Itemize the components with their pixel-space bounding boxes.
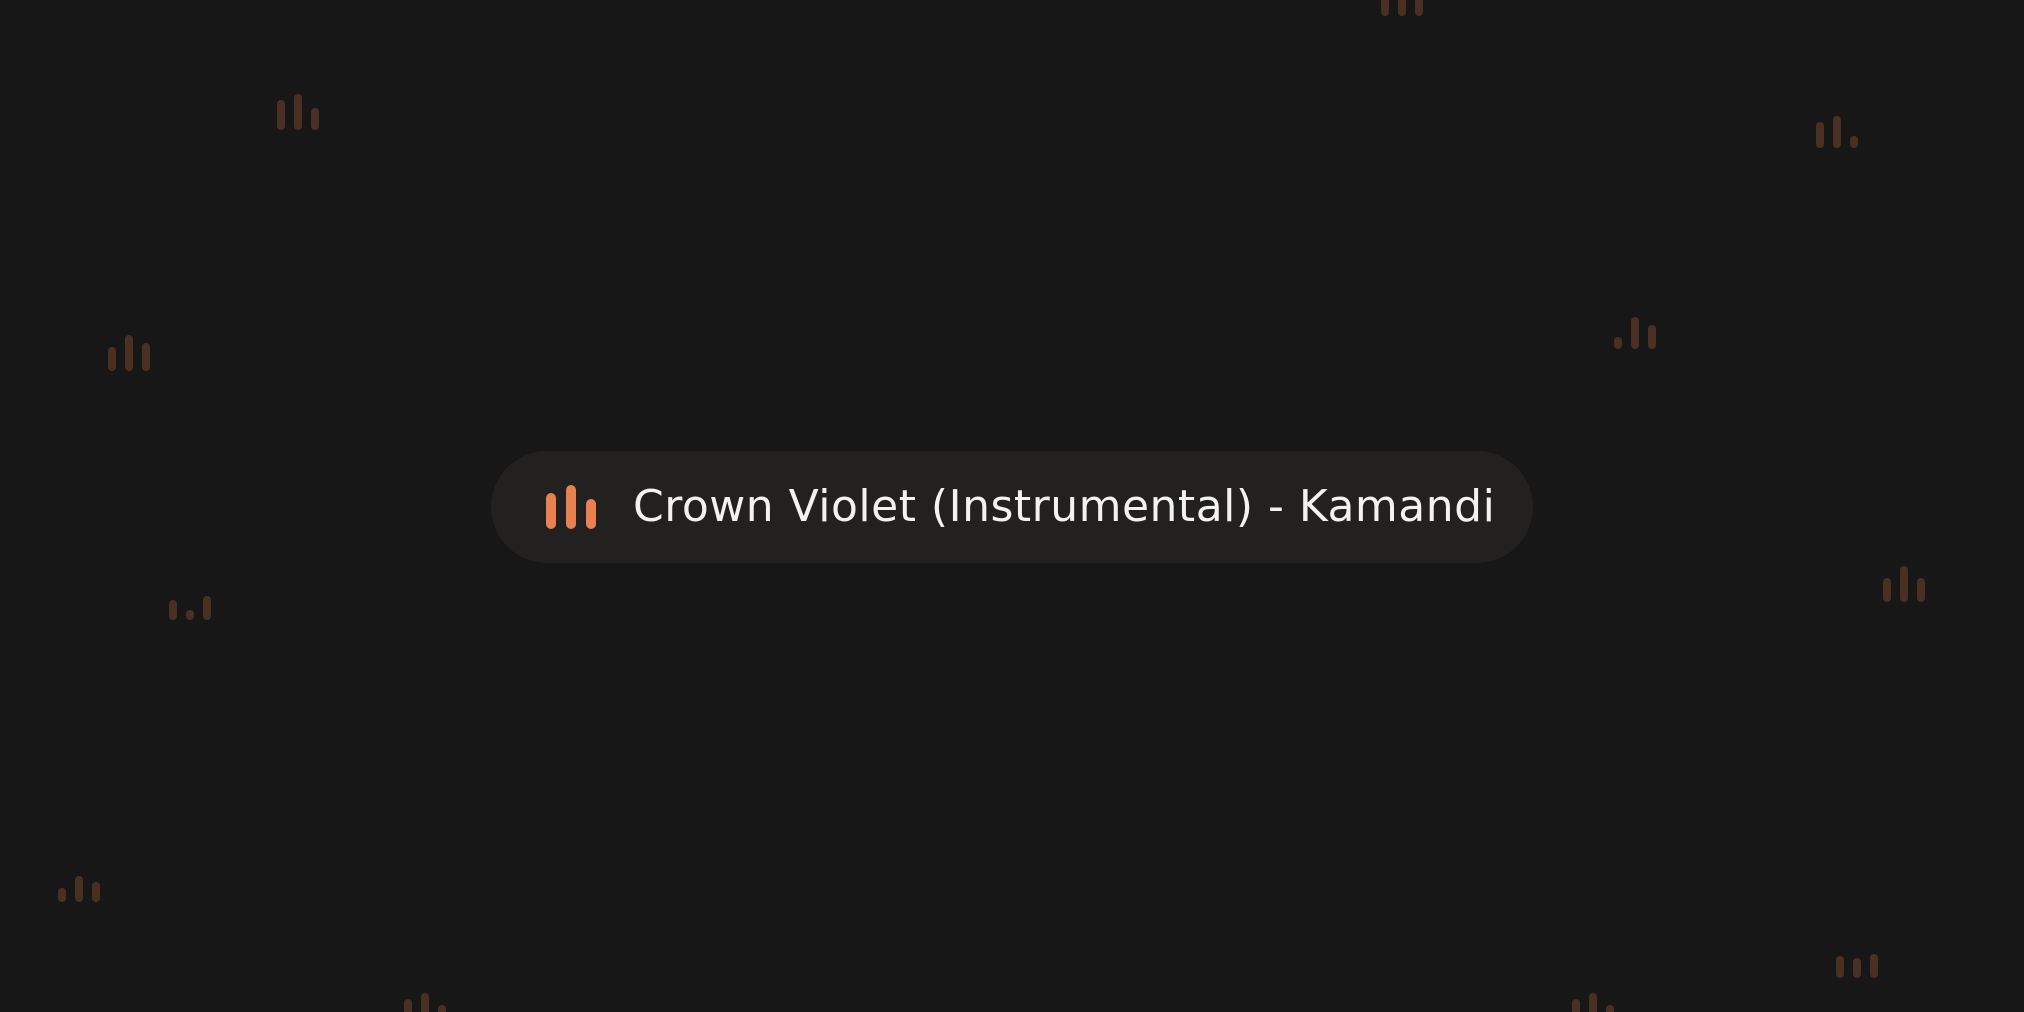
background-equalizer-icon: [169, 596, 211, 620]
track-title: Crown Violet (Instrumental) - Kamandi: [633, 481, 1496, 532]
background-equalizer-icon: [1816, 116, 1858, 148]
now-playing-pill[interactable]: Crown Violet (Instrumental) - Kamandi: [491, 451, 1533, 563]
background-equalizer-icon: [58, 876, 100, 902]
background-equalizer-icon: [1614, 317, 1656, 349]
background-equalizer-icon: [1836, 954, 1878, 978]
background-equalizer-icon: [277, 94, 319, 130]
background-equalizer-icon: [108, 335, 150, 371]
background-equalizer-icon: [1381, 0, 1423, 16]
background-equalizer-icon: [404, 993, 446, 1012]
background-equalizer-icon: [1572, 993, 1614, 1012]
background-equalizer-icon: [1883, 566, 1925, 602]
equalizer-bars-icon: [546, 485, 596, 529]
